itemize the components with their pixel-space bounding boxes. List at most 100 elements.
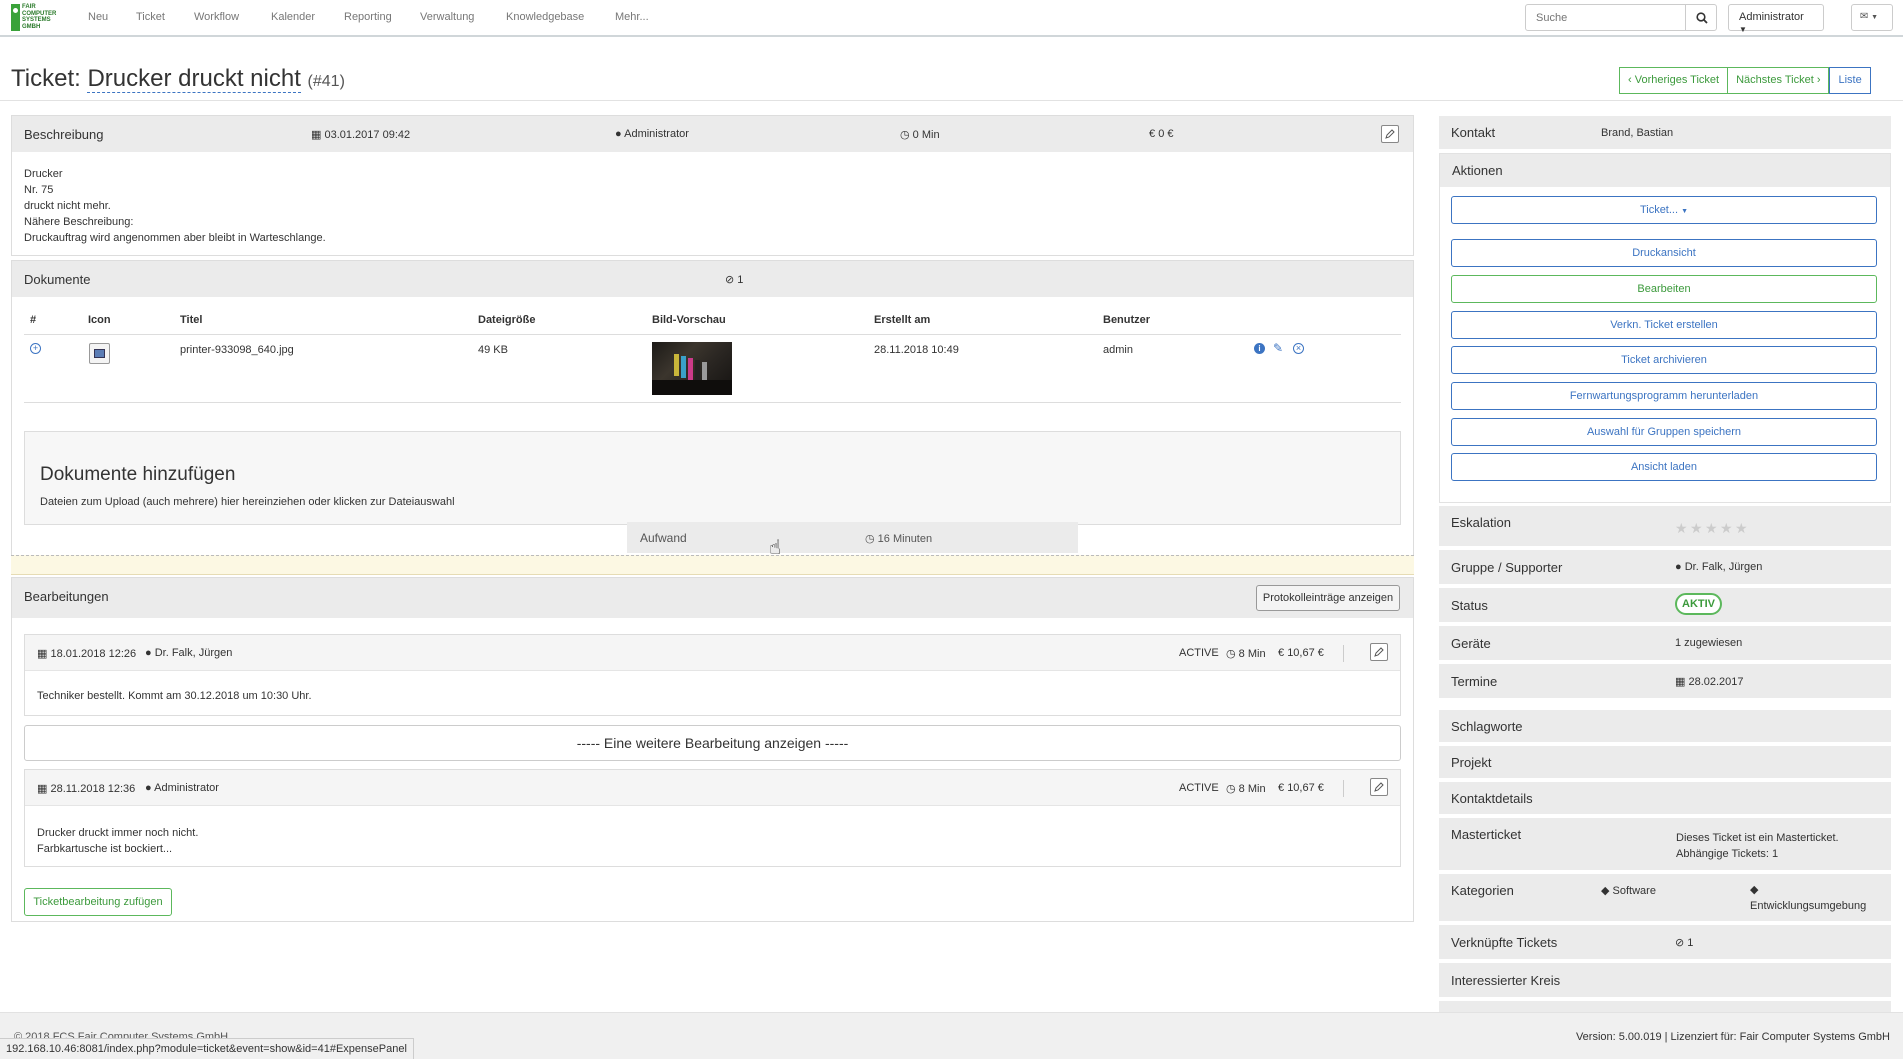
search-button[interactable]: [1685, 4, 1717, 31]
edit-entry-status: ACTIVE: [1179, 647, 1219, 659]
verknuepft-value[interactable]: ⊘ 1: [1675, 936, 1693, 949]
kontaktdetails-row[interactable]: Kontaktdetails: [1439, 782, 1891, 814]
document-size: 49 KB: [478, 344, 508, 356]
info-icon[interactable]: i: [1254, 343, 1265, 354]
previous-ticket-button[interactable]: ‹ Vorheriges Ticket: [1619, 67, 1729, 94]
schlagworte-row[interactable]: Schlagworte: [1439, 710, 1891, 742]
status-badge[interactable]: AKTIV: [1675, 593, 1722, 615]
kategorie-software[interactable]: ◆ Software: [1601, 884, 1656, 897]
pencil-icon: [1374, 647, 1384, 657]
star-icon[interactable]: ★: [1705, 520, 1718, 537]
tag-icon: ◆: [1601, 885, 1610, 897]
divider: [1343, 645, 1344, 662]
verknuepft-label: Verknüpfte Tickets: [1451, 935, 1558, 950]
nav-item-knowledgebase[interactable]: Knowledgebase: [506, 11, 584, 23]
edit-entry-button[interactable]: [1370, 778, 1388, 796]
masterticket-row: Masterticket Dieses Ticket ist ein Maste…: [1439, 818, 1891, 870]
ticket-name[interactable]: Drucker druckt nicht: [87, 65, 301, 93]
star-icon[interactable]: ★: [1675, 520, 1688, 537]
verknuepft-value-text: 1: [1687, 937, 1694, 949]
download-remote-button[interactable]: Fernwartungsprogramm herunterladen: [1451, 382, 1877, 410]
geraete-value[interactable]: 1 zugewiesen: [1675, 637, 1742, 649]
star-icon[interactable]: ★: [1735, 520, 1748, 537]
gruppe-row: Gruppe / Supporter ● Dr. Falk, Jürgen: [1439, 550, 1891, 584]
document-preview-thumbnail[interactable]: [652, 342, 732, 395]
euro-icon: €: [1278, 782, 1285, 794]
status-row: Status: [1439, 588, 1891, 622]
aufwand-panel[interactable]: Aufwand ◷ 16 Minuten: [627, 522, 1078, 553]
top-navbar: FAIR COMPUTER SYSTEMS GMBH Neu Ticket Wo…: [0, 0, 1903, 37]
eskalation-label: Eskalation: [1451, 515, 1511, 530]
description-user: ● Administrator: [615, 128, 689, 140]
nav-item-ticket[interactable]: Ticket: [136, 11, 165, 23]
document-title[interactable]: printer-933098_640.jpg: [180, 344, 294, 356]
document-dropzone[interactable]: Dokumente hinzufügen Dateien zum Upload …: [24, 431, 1401, 525]
caret-down-icon: ▼: [1681, 208, 1689, 215]
expand-row-icon[interactable]: +: [30, 343, 41, 354]
search-input[interactable]: [1525, 4, 1686, 31]
col-header-created[interactable]: Erstellt am: [874, 314, 930, 326]
save-group-selection-button[interactable]: Auswahl für Gruppen speichern: [1451, 418, 1877, 446]
masterticket-value: Dieses Ticket ist ein Masterticket. Abhä…: [1676, 830, 1839, 862]
create-linked-ticket-button[interactable]: Verkn. Ticket erstellen: [1451, 311, 1877, 339]
edit-description-button[interactable]: [1381, 125, 1399, 143]
description-time-value: 0 Min: [912, 129, 940, 141]
load-view-button[interactable]: Ansicht laden: [1451, 453, 1877, 481]
edits-title: Bearbeitungen: [24, 589, 109, 604]
next-ticket-button[interactable]: Nächstes Ticket ›: [1728, 67, 1830, 94]
masterticket-line[interactable]: Abhängige Tickets: 1: [1676, 846, 1839, 862]
edit-entry-line: Drucker druckt immer noch nicht.: [37, 827, 199, 839]
gruppe-value[interactable]: ● Dr. Falk, Jürgen: [1675, 561, 1762, 573]
edit-entry-cost-value: 10,67 €: [1287, 782, 1324, 794]
projekt-label: Projekt: [1451, 755, 1492, 770]
nav-item-verwaltung[interactable]: Verwaltung: [420, 11, 474, 23]
description-user-value: Administrator: [624, 128, 689, 140]
pencil-icon[interactable]: ✎: [1273, 341, 1283, 355]
col-header-icon: Icon: [88, 314, 111, 326]
nav-item-kalender[interactable]: Kalender: [271, 11, 315, 23]
termine-value[interactable]: ▦ 28.02.2017: [1675, 675, 1744, 688]
edit-entry-button[interactable]: [1370, 643, 1388, 661]
kontakt-value[interactable]: Brand, Bastian: [1601, 127, 1673, 139]
star-icon[interactable]: ★: [1720, 520, 1733, 537]
add-edit-button[interactable]: Ticketbearbeitung zufügen: [24, 888, 172, 916]
edit-entry-time-value: 8 Min: [1238, 648, 1266, 660]
kategorie-software-text: Software: [1612, 885, 1656, 897]
nav-item-mehr[interactable]: Mehr...: [615, 11, 649, 23]
kreis-row[interactable]: Interessierter Kreis: [1439, 963, 1891, 997]
company-logo[interactable]: FAIR COMPUTER SYSTEMS GMBH: [11, 4, 59, 31]
delete-icon[interactable]: ×: [1293, 343, 1304, 354]
nav-item-reporting[interactable]: Reporting: [344, 11, 392, 23]
col-header-title[interactable]: Titel: [180, 314, 202, 326]
table-row-divider: [24, 402, 1401, 403]
edit-entry-date-value: 28.11.2018 12:36: [50, 783, 136, 795]
kategorie-entwicklung[interactable]: ◆ Entwicklungsumgebung: [1750, 882, 1866, 914]
list-button[interactable]: Liste: [1829, 67, 1871, 94]
nav-item-neu[interactable]: Neu: [88, 11, 108, 23]
edit-entry-date: ▦ 28.11.2018 12:36: [37, 782, 135, 795]
aufwand-value: ◷ 16 Minuten: [865, 532, 932, 545]
star-icon[interactable]: ★: [1690, 520, 1703, 537]
messages-button[interactable]: ✉ ▼: [1851, 4, 1893, 31]
user-menu-button[interactable]: Administrator ▼: [1728, 4, 1824, 34]
archive-ticket-button[interactable]: Ticket archivieren: [1451, 346, 1877, 374]
description-text: Drucker Nr. 75 druckt nicht mehr. Nähere…: [24, 166, 326, 246]
col-header-user[interactable]: Benutzer: [1103, 314, 1150, 326]
aktionen-label: Aktionen: [1452, 163, 1503, 178]
ticket-actions-dropdown[interactable]: Ticket... ▼: [1451, 196, 1877, 224]
print-view-button[interactable]: Druckansicht: [1451, 239, 1877, 267]
show-log-button[interactable]: Protokolleinträge anzeigen: [1256, 585, 1400, 611]
edit-ticket-button[interactable]: Bearbeiten: [1451, 275, 1877, 303]
projekt-row[interactable]: Projekt: [1439, 746, 1891, 778]
edit-entry-text: Drucker druckt immer noch nicht. Farbkar…: [37, 825, 198, 857]
description-date: ▦ 03.01.2017 09:42: [311, 128, 410, 141]
documents-title: Dokumente: [24, 272, 91, 287]
document-created: 28.11.2018 10:49: [874, 344, 959, 356]
show-more-edits-button[interactable]: ----- Eine weitere Bearbeitung anzeigen …: [24, 725, 1401, 761]
next-ticket-label: Nächstes Ticket: [1736, 74, 1814, 86]
geraete-row: Geräte 1 zugewiesen: [1439, 626, 1891, 660]
edit-entry-user: ● Dr. Falk, Jürgen: [145, 647, 232, 659]
col-header-size[interactable]: Dateigröße: [478, 314, 535, 326]
user-icon: ●: [145, 647, 152, 659]
nav-item-workflow[interactable]: Workflow: [194, 11, 239, 23]
